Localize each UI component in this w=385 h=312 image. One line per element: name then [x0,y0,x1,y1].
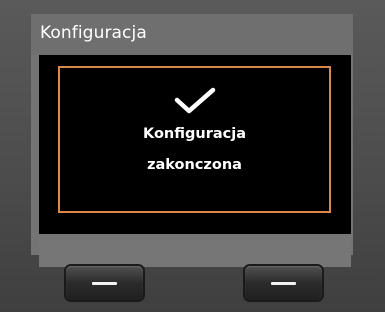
title-bar: Konfiguracja [31,14,353,55]
phone-screen: Konfiguracja Konfiguracja zakonczona [31,14,353,267]
right-softkey-button[interactable] [245,266,322,300]
dash-icon [271,282,296,285]
left-softkey-button[interactable] [66,266,143,300]
confirmation-dialog: Konfiguracja zakonczona [58,66,331,213]
phone-device: Konfiguracja Konfiguracja zakonczona [0,0,385,312]
checkmark-icon [174,87,216,114]
dash-icon [92,282,117,285]
dialog-message-line1: Konfiguracja [142,126,246,142]
screen-title: Konfiguracja [40,23,147,43]
message-area: Konfiguracja zakonczona [39,55,351,234]
softkey-label-bar [39,234,351,267]
dialog-message-line2: zakonczona [147,157,242,173]
